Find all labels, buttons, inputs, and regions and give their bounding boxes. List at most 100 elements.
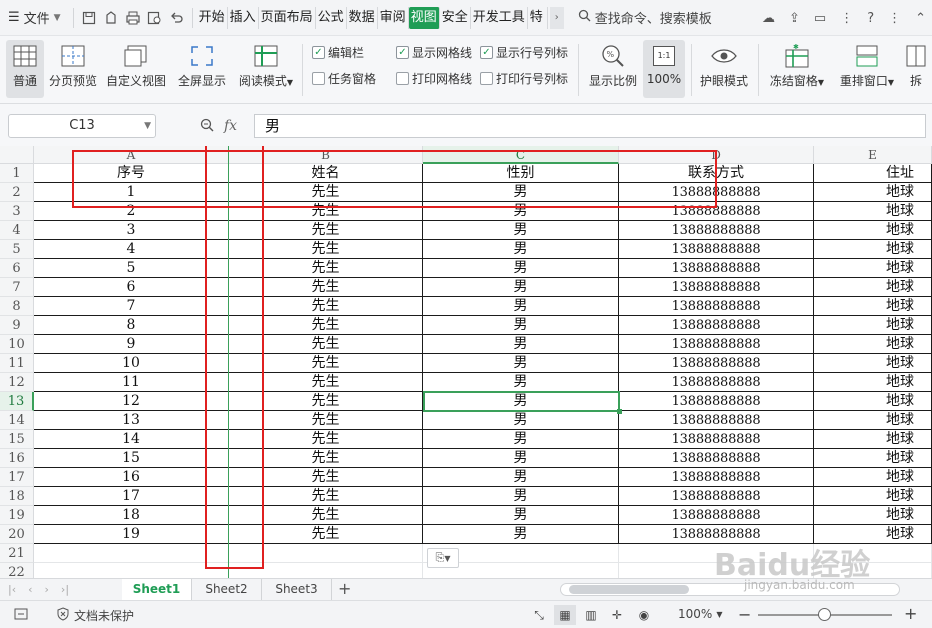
zoom-in-icon[interactable]: + [904,604,917,623]
tab-insert[interactable]: 插入 [228,6,259,29]
table-cell-phone[interactable]: 13888888888 [619,297,814,316]
sheet-tab-sheet1[interactable]: Sheet1 [122,579,192,600]
table-cell-seq[interactable]: 18 [34,506,229,525]
table-cell-address[interactable]: 地球 [814,278,932,297]
table-cell-phone[interactable]: 13888888888 [619,335,814,354]
export-box-icon[interactable]: ▭ [814,11,826,26]
table-cell-address[interactable]: 地球 [814,335,932,354]
table-cell-seq[interactable]: 3 [34,221,229,240]
row-header-20[interactable]: 20 [0,525,34,544]
table-cell-phone[interactable]: 13888888888 [619,278,814,297]
rearrange-window-button[interactable]: 重排窗口▼ [834,40,900,98]
zoom-level[interactable]: 100% ▼ [678,607,722,621]
file-menu[interactable]: ☰ 文件 ▼ [0,0,69,36]
table-cell-address[interactable]: 地球 [814,297,932,316]
table-cell-seq[interactable]: 9 [34,335,229,354]
document-protection[interactable]: 文档未保护 [56,607,134,624]
zoom-button[interactable]: % 显示比例 [586,40,640,98]
table-cell-seq[interactable]: 13 [34,411,229,430]
fx-icon[interactable]: fx [224,118,237,134]
row-header-12[interactable]: 12 [0,373,34,392]
share-icon[interactable]: ⇪ [789,11,800,26]
table-cell-address[interactable]: 地球 [814,202,932,221]
zoom-slider-thumb[interactable] [818,608,831,621]
row-header-22[interactable]: 22 [0,563,34,578]
table-cell-gender[interactable]: 男 [423,373,619,392]
checkbox-print-headings[interactable]: 打印行号列标 [480,70,568,87]
table-cell-address[interactable]: 地球 [814,354,932,373]
table-cell-phone[interactable]: 13888888888 [619,506,814,525]
zoom-100-button[interactable]: 1:1 100% [643,40,685,98]
crosshair-icon[interactable]: ✛ [606,606,628,624]
row-header-3[interactable]: 3 [0,202,34,221]
checkbox-formula-bar[interactable]: ✓ 编辑栏 [312,44,364,61]
export-icon[interactable] [100,7,122,29]
command-search[interactable]: 查找命令、搜索模板 [578,8,712,27]
page-layout-icon[interactable]: ▥ [582,606,600,624]
table-cell-gender[interactable]: 男 [423,316,619,335]
empty-cell[interactable] [34,563,229,578]
row-header-8[interactable]: 8 [0,297,34,316]
chevron-down-icon[interactable]: ▼ [144,115,151,137]
table-cell-phone[interactable]: 13888888888 [619,316,814,335]
prev-sheet-icon[interactable]: ‹ [28,583,32,596]
table-cell-address[interactable]: 地球 [814,221,932,240]
checkbox-show-gridlines[interactable]: ✓ 显示网格线 [396,44,472,61]
table-cell-seq[interactable]: 7 [34,297,229,316]
custom-view-button[interactable]: 自定义视图 [104,40,168,98]
row-header-6[interactable]: 6 [0,259,34,278]
reading-mode-button[interactable]: 阅读模式▼ [234,40,298,98]
zoom-search-icon[interactable] [200,117,214,136]
print-icon[interactable] [122,7,144,29]
tab-data[interactable]: 数据 [347,6,378,29]
table-cell-phone[interactable]: 13888888888 [619,411,814,430]
table-cell-address[interactable]: 地球 [814,506,932,525]
table-cell-phone[interactable]: 13888888888 [619,430,814,449]
normal-view-button[interactable]: 普通 [6,40,44,98]
column-header-e[interactable]: E [814,146,932,164]
table-cell-seq[interactable]: 16 [34,468,229,487]
row-header-14[interactable]: 14 [0,411,34,430]
zoom-out-icon[interactable]: − [738,605,751,624]
more-icon[interactable]: ⋮ [840,11,853,26]
row-header-17[interactable]: 17 [0,468,34,487]
save-icon[interactable] [78,7,100,29]
table-cell-gender[interactable]: 男 [423,297,619,316]
table-cell-gender[interactable]: 男 [423,468,619,487]
table-cell-address[interactable]: 地球 [814,240,932,259]
table-cell-address[interactable]: 地球 [814,411,932,430]
table-cell-gender[interactable]: 男 [423,240,619,259]
tab-security[interactable]: 安全 [440,6,471,29]
spreadsheet-grid[interactable]: ABCDE 1 2 3 4 5 6 7 8 9 10 11 12 13 14 15 16 17 18 19 20 21 2… [0,146,932,578]
checkbox-print-gridlines[interactable]: 打印网格线 [396,70,472,87]
table-cell-gender[interactable]: 男 [423,221,619,240]
tab-special[interactable]: 特色 [528,6,548,29]
table-cell-gender[interactable]: 男 [423,354,619,373]
table-cell-seq[interactable]: 4 [34,240,229,259]
cloud-sync-icon[interactable]: ☁ [762,11,775,26]
fullscreen-button[interactable]: 全屏显示 [176,40,228,98]
table-cell-seq[interactable]: 10 [34,354,229,373]
page-break-preview-button[interactable]: 分页预览 [48,40,98,98]
tab-review[interactable]: 审阅 [378,6,409,29]
normal-view-status-icon[interactable]: ▦ [554,605,576,625]
more-options-icon[interactable]: ⋮ [888,11,901,26]
table-cell-phone[interactable]: 13888888888 [619,487,814,506]
table-cell-address[interactable]: 地球 [814,468,932,487]
add-sheet-icon[interactable]: + [338,579,351,600]
tab-formula[interactable]: 公式 [316,6,347,29]
table-cell-seq[interactable]: 15 [34,449,229,468]
next-sheet-icon[interactable]: › [45,583,49,596]
scrollbar-thumb[interactable] [569,585,689,594]
table-cell-address[interactable]: 地球 [814,430,932,449]
last-sheet-icon[interactable]: ›| [61,583,69,596]
table-cell-gender[interactable]: 男 [423,487,619,506]
table-cell-gender[interactable]: 男 [423,430,619,449]
table-cell-gender[interactable]: 男 [423,525,619,544]
paste-options-button[interactable]: ⎘ ▼ [427,548,459,568]
table-cell-gender[interactable]: 男 [423,278,619,297]
tab-page-layout[interactable]: 页面布局 [259,6,316,29]
row-header-19[interactable]: 19 [0,506,34,525]
checkbox-show-headings[interactable]: ✓ 显示行号列标 [480,44,568,61]
freeze-panes-button[interactable]: ✱ 冻结窗格▼ [766,40,828,98]
